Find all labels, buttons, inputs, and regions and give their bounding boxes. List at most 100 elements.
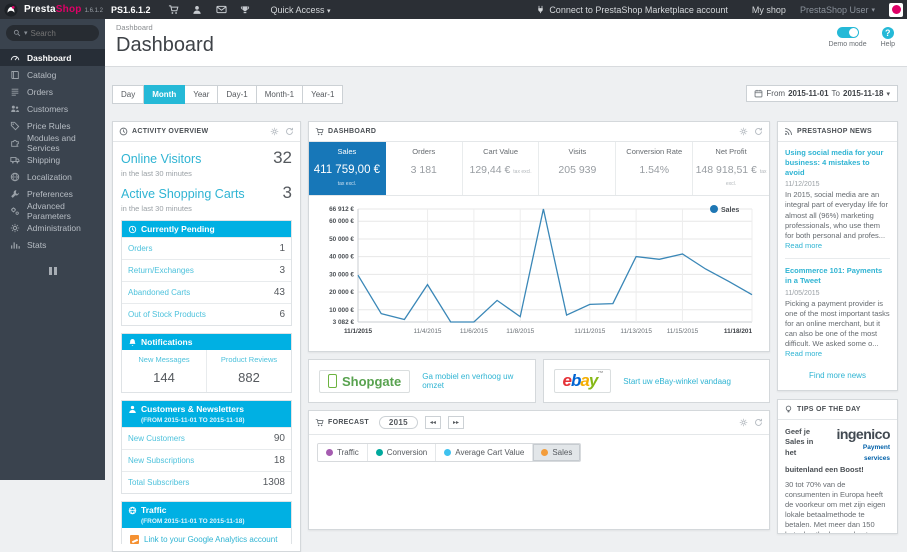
top-bar: PrestaShop 1.6.1.2 PS1.6.1.2 Quick Acces… <box>0 0 907 19</box>
my-shop-link[interactable]: My shop <box>752 5 786 15</box>
period-tabs: Day Month Year Day-1 Month-1 Year-1 <box>112 85 344 104</box>
cart-icon[interactable] <box>164 4 182 16</box>
shopgate-link[interactable]: Ga mobiel en verhoog uw omzet <box>422 372 524 390</box>
search-scope-caret[interactable]: ▾ <box>24 29 28 37</box>
shop-name[interactable]: PS1.6.1.2 <box>111 5 151 15</box>
question-icon: ? <box>881 27 894 39</box>
toggle-on-icon[interactable] <box>836 27 859 38</box>
tips-body-text: 30 tot 70% van de consumenten in Europa … <box>785 479 889 534</box>
sidebar-item-shipping[interactable]: Shipping <box>0 151 105 168</box>
calendar-icon <box>755 89 763 98</box>
ebay-logo: ebay™ <box>553 369 612 393</box>
bell-icon <box>129 339 136 346</box>
brand-wordmark[interactable]: PrestaShop <box>24 4 82 15</box>
refresh-icon[interactable] <box>285 127 294 136</box>
legend-conversion[interactable]: Conversion <box>366 444 436 461</box>
user-menu[interactable]: PrestaShop User ▾ <box>800 5 875 15</box>
forecast-prev-button[interactable]: ◂◂ <box>424 416 441 429</box>
collapse-menu-button[interactable] <box>47 267 59 275</box>
tab-month-1[interactable]: Month-1 <box>256 85 304 104</box>
google-analytics-link[interactable]: Link to your Google Analytics account <box>130 535 283 544</box>
period-toolbar: Day Month Year Day-1 Month-1 Year-1 From… <box>112 85 898 104</box>
legend-sales[interactable]: Sales <box>532 444 581 461</box>
find-more-news-link[interactable]: Find more news <box>778 363 897 390</box>
ebay-ad[interactable]: ebay™ Start uw eBay-winkel vandaag <box>542 359 770 403</box>
date-range-button[interactable]: From 2015-11-01 To 2015-11-18 ▾ <box>746 85 898 102</box>
tab-day-1[interactable]: Day-1 <box>218 85 257 104</box>
svg-text:Sales: Sales <box>721 207 739 214</box>
svg-text:10 000 €: 10 000 € <box>329 307 354 314</box>
ebay-link[interactable]: Start uw eBay-winkel vandaag <box>623 377 731 386</box>
sidebar-item-advanced-parameters[interactable]: Advanced Parameters <box>0 201 105 221</box>
read-more-link[interactable]: Read more <box>785 241 822 250</box>
read-more-link[interactable]: Read more <box>785 349 822 358</box>
sidebar-item-administration[interactable]: Administration <box>0 219 105 236</box>
forecast-legend: Traffic Conversion Average Cart Value Sa… <box>317 443 582 462</box>
kpi-conversion-rate[interactable]: Conversion Rate 1.54% <box>616 142 694 195</box>
quick-access-menu[interactable]: Quick Access ▾ <box>270 5 330 15</box>
globe-icon <box>10 172 20 181</box>
kpi-sales[interactable]: Sales 411 759,00 € tax excl. <box>309 142 386 195</box>
pending-row-abandoned-carts: Abandoned Carts 43 <box>122 281 291 303</box>
svg-text:11/11/2015: 11/11/2015 <box>574 328 605 335</box>
pending-row-returns: Return/Exchanges 3 <box>122 259 291 281</box>
news-article: Ecommerce 101: Payments in a Tweet 11/05… <box>785 266 890 359</box>
clock-icon <box>128 225 137 234</box>
demo-mode-toggle[interactable]: Demo mode <box>828 27 867 48</box>
gauge-icon <box>10 55 20 60</box>
version-label: 1.6.1.2 <box>84 7 103 14</box>
sidebar-item-preferences[interactable]: Preferences <box>0 185 105 202</box>
sidebar-item-localization[interactable]: Localization <box>0 168 105 185</box>
svg-text:11/1/2015: 11/1/2015 <box>344 328 373 335</box>
tab-day[interactable]: Day <box>112 85 145 104</box>
refresh-icon[interactable] <box>754 127 763 136</box>
svg-text:40 000 €: 40 000 € <box>329 254 354 261</box>
marketplace-link[interactable]: Connect to PrestaShop Marketplace accoun… <box>536 5 728 15</box>
kpi-net-profit[interactable]: Net Profit 148 918,51 € tax excl. <box>693 142 769 195</box>
sidebar-item-dashboard[interactable]: Dashboard <box>0 49 105 66</box>
sidebar-item-modules[interactable]: Modules and Services <box>0 133 105 153</box>
phone-icon <box>328 374 337 388</box>
sidebar-item-customers[interactable]: Customers <box>0 100 105 117</box>
messages-icon[interactable] <box>212 4 230 16</box>
forecast-year[interactable]: 2015 <box>378 416 418 429</box>
user-avatar[interactable] <box>889 2 903 17</box>
search-icon <box>13 29 21 37</box>
legend-traffic[interactable]: Traffic <box>318 444 367 461</box>
tab-year-1[interactable]: Year-1 <box>303 85 344 104</box>
tab-year[interactable]: Year <box>185 85 219 104</box>
sidebar-item-price-rules[interactable]: Price Rules <box>0 117 105 134</box>
forecast-next-button[interactable]: ▸▸ <box>447 416 464 429</box>
product-reviews-cell: Product Reviews 882 <box>206 350 291 392</box>
tips-of-the-day-panel: TIPS OF THE DAY ingenico Payment services… <box>777 399 898 535</box>
tab-month[interactable]: Month <box>144 85 186 104</box>
search-input[interactable] <box>30 28 86 38</box>
gear-icon[interactable] <box>739 127 748 136</box>
page-title: Dashboard <box>116 34 214 56</box>
kpi-visits[interactable]: Visits 205 939 <box>539 142 617 195</box>
truck-icon <box>10 156 20 163</box>
online-visitors-link[interactable]: Online Visitors <box>121 152 201 166</box>
kpi-orders[interactable]: Orders 3 181 <box>386 142 463 195</box>
svg-text:11/15/2015: 11/15/2015 <box>667 328 699 335</box>
kpi-cart-value[interactable]: Cart Value 129,44 € tax excl. <box>463 142 540 195</box>
help-button[interactable]: ? Help <box>881 27 895 48</box>
sidebar-item-stats[interactable]: Stats <box>0 236 105 253</box>
active-carts-link[interactable]: Active Shopping Carts <box>121 187 245 201</box>
person-icon <box>129 405 136 413</box>
customer-icon[interactable] <box>188 4 206 16</box>
gear-icon[interactable] <box>739 418 748 427</box>
news-article-title[interactable]: Using social media for your business: 4 … <box>785 148 890 177</box>
refresh-icon[interactable] <box>754 418 763 427</box>
sidebar-search[interactable]: ▾ <box>6 25 99 41</box>
gear-icon[interactable] <box>270 127 279 136</box>
sidebar-item-catalog[interactable]: Catalog <box>0 66 105 83</box>
legend-average-cart-value[interactable]: Average Cart Value <box>435 444 533 461</box>
average-cart-value-dot-icon <box>444 449 452 456</box>
breadcrumb[interactable]: Dashboard <box>105 19 907 34</box>
sidebar-item-orders[interactable]: Orders <box>0 83 105 100</box>
trophy-icon[interactable] <box>236 4 254 16</box>
prestashop-logo[interactable] <box>4 2 18 17</box>
shopgate-ad[interactable]: Shopgate Ga mobiel en verhoog uw omzet <box>308 359 536 403</box>
news-article-title[interactable]: Ecommerce 101: Payments in a Tweet <box>785 266 890 286</box>
